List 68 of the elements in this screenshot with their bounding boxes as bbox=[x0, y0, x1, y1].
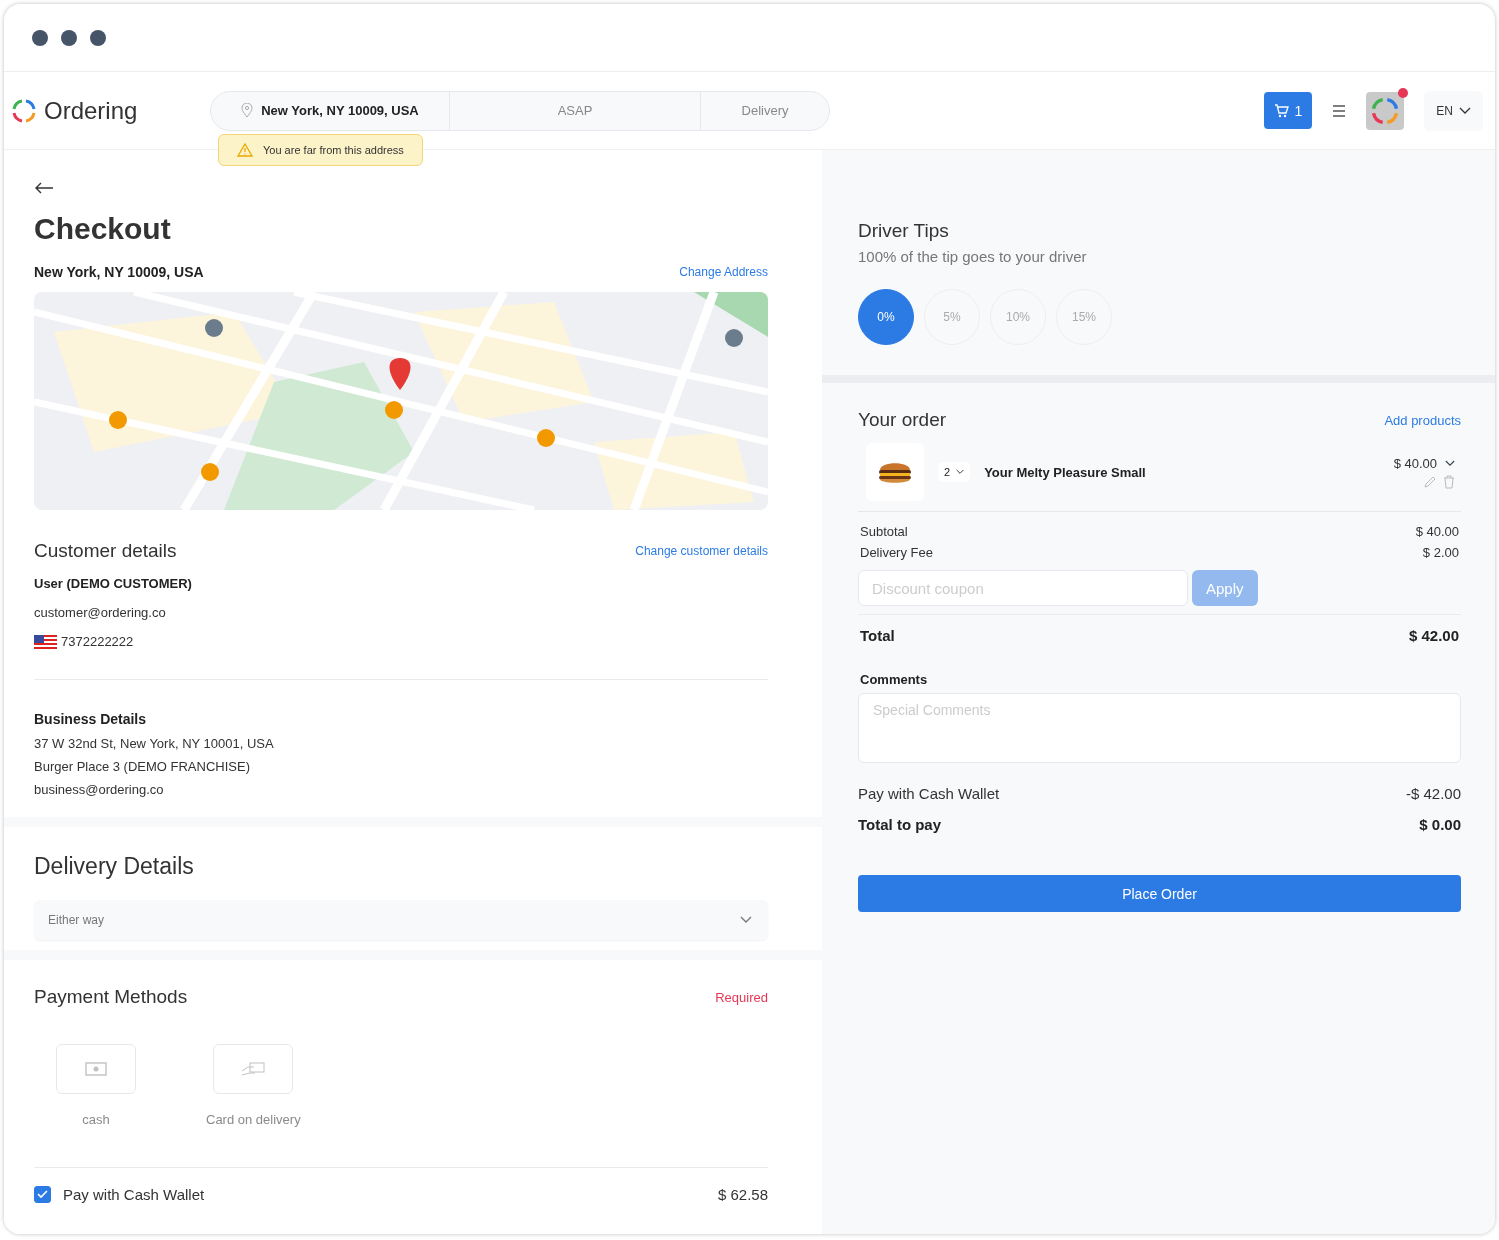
customer-email: customer@ordering.co bbox=[34, 605, 167, 620]
back-arrow-icon[interactable] bbox=[34, 182, 54, 194]
payment-method-label: Card on delivery bbox=[206, 1112, 301, 1127]
delivery-address: New York, NY 10009, USA bbox=[34, 264, 204, 280]
menu-icon[interactable] bbox=[1332, 104, 1347, 117]
warning-icon bbox=[237, 143, 253, 157]
card-in-hand-icon bbox=[241, 1062, 266, 1076]
summary-value: $ 40.00 bbox=[1415, 524, 1459, 539]
window-control[interactable] bbox=[32, 29, 48, 46]
cart-icon bbox=[1273, 103, 1289, 118]
product-price: $ 40.00 bbox=[1393, 455, 1437, 471]
section-title: Delivery Details bbox=[34, 853, 195, 880]
tip-option[interactable]: 0% bbox=[858, 289, 914, 345]
page-title: Checkout bbox=[34, 212, 172, 246]
business-detail: Burger Place 3 (DEMO FRANCHISE) bbox=[34, 759, 251, 774]
wallet-payment-value: -$ 42.00 bbox=[1405, 785, 1461, 802]
order-type-selector[interactable]: Delivery bbox=[700, 91, 829, 130]
wallet-payment-label: Pay with Cash Wallet bbox=[858, 785, 1000, 802]
wallet-checkbox[interactable] bbox=[34, 1186, 51, 1203]
total-label: Total bbox=[860, 627, 895, 644]
wallet-label: Pay with Cash Wallet bbox=[63, 1186, 205, 1203]
tip-option[interactable]: 10% bbox=[990, 289, 1046, 345]
banknote-icon bbox=[85, 1062, 107, 1076]
time-selector[interactable]: ASAP bbox=[449, 91, 700, 130]
brand-name: Ordering bbox=[44, 96, 138, 125]
chevron-icon bbox=[1459, 106, 1471, 115]
address-selector[interactable]: New York, NY 10009, USA bbox=[211, 91, 449, 130]
summary-label: Subtotal bbox=[860, 524, 908, 539]
business-detail: 37 W 32nd St, New York, NY 10001, USA bbox=[34, 736, 275, 751]
window-control[interactable] bbox=[90, 29, 106, 46]
section-title: Your order bbox=[858, 409, 947, 431]
language-selector[interactable]: EN bbox=[1424, 90, 1483, 131]
chevron-icon bbox=[956, 469, 965, 475]
chevron-icon[interactable] bbox=[1445, 459, 1455, 467]
total-to-pay-value: $ 0.00 bbox=[1419, 816, 1461, 833]
tip-option[interactable]: 5% bbox=[924, 289, 980, 345]
required-label: Required bbox=[715, 989, 768, 1005]
section-title: Customer details bbox=[34, 540, 177, 562]
location-pin-icon bbox=[241, 103, 254, 118]
customer-name: User (DEMO CUSTOMER) bbox=[34, 576, 192, 591]
change-customer-link[interactable]: Change customer details bbox=[635, 544, 768, 558]
user-avatar[interactable] bbox=[1366, 91, 1405, 130]
window-control[interactable] bbox=[61, 29, 77, 46]
flag-icon bbox=[34, 634, 57, 649]
comments-label: Comments bbox=[860, 672, 928, 687]
section-title: Driver Tips bbox=[858, 220, 950, 242]
quantity-select[interactable]: 2 bbox=[938, 462, 971, 482]
summary-label: Delivery Fee bbox=[860, 545, 933, 560]
change-address-link[interactable]: Change Address bbox=[679, 265, 768, 279]
section-title: Business Details bbox=[34, 711, 147, 727]
section-title: Payment Methods bbox=[34, 986, 188, 1008]
total-to-pay-label: Total to pay bbox=[858, 816, 942, 833]
chevron-icon bbox=[740, 916, 752, 924]
delivery-option-select[interactable]: Either way bbox=[34, 900, 768, 940]
product-name: Your Melty Pleasure Small bbox=[984, 464, 1146, 480]
payment-method-label: cash bbox=[82, 1112, 110, 1127]
place-order-button[interactable]: Place Order bbox=[858, 875, 1461, 912]
tip-option[interactable]: 15% bbox=[1056, 289, 1112, 345]
checkmark-icon bbox=[37, 1190, 48, 1199]
customer-phone: 7372222222 bbox=[61, 634, 134, 649]
business-detail: business@ordering.co bbox=[34, 782, 165, 797]
warning-text: You are far from this address bbox=[263, 144, 404, 156]
wallet-balance: $ 62.58 bbox=[717, 1186, 768, 1203]
tips-subtitle: 100% of the tip goes to your driver bbox=[858, 248, 1088, 265]
summary-value: $ 2.00 bbox=[1422, 545, 1459, 560]
cart-button[interactable]: 1 bbox=[1263, 92, 1313, 129]
add-products-link[interactable]: Add products bbox=[1384, 412, 1461, 428]
total-value: $ 42.00 bbox=[1408, 627, 1459, 644]
